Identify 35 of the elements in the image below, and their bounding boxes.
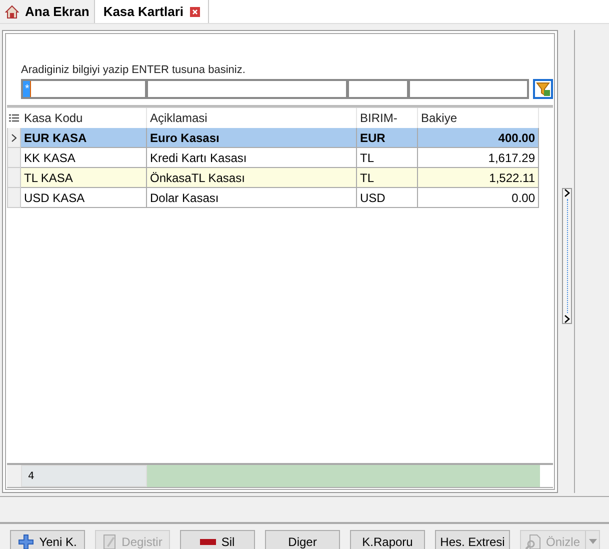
minus-icon [200, 538, 216, 546]
table-cell: EUR [357, 128, 418, 148]
filter-icon[interactable] [533, 79, 553, 99]
button[interactable]: Yeni K. [10, 530, 85, 549]
chevron-icon [564, 189, 570, 197]
button[interactable]: K.Raporu [350, 530, 425, 549]
table-cell: ÖnkasaTL Kasası [147, 168, 357, 188]
table-cell: Dolar Kasası [147, 188, 357, 208]
table-cell: USD KASA [21, 188, 147, 208]
close-icon[interactable] [190, 6, 200, 16]
search-hint: Aradiginiz bilgiyi yazip ENTER tusuna basiniz. [21, 64, 246, 76]
row-indicator[interactable] [7, 128, 21, 148]
button[interactable]: Hes. Extresi [435, 530, 510, 549]
table-cell: USD [357, 188, 418, 208]
table-cell: 0.00 [418, 188, 539, 208]
footer-indicator [7, 465, 21, 487]
table-cell: TL [357, 168, 418, 188]
plus-icon [18, 534, 34, 549]
button[interactable]: Sil [180, 530, 255, 549]
table-cell: EUR KASA [21, 128, 147, 148]
tab[interactable]: Ana Ekran [0, 0, 96, 23]
page-magnifier-icon [525, 534, 541, 549]
table-cell: TL KASA [21, 168, 147, 188]
filter-field[interactable] [408, 79, 529, 99]
filter-field[interactable] [347, 79, 408, 99]
pencil-icon [102, 534, 117, 549]
button[interactable]: Diger [265, 530, 340, 549]
house-icon [5, 4, 19, 18]
record-count: 4 [21, 465, 147, 487]
table-cell: 400.00 [418, 128, 539, 148]
table-cell: 1,522.11 [418, 168, 539, 188]
filter-field[interactable] [146, 79, 347, 99]
table-cell: Euro Kasası [147, 128, 357, 148]
splitter-handle[interactable] [562, 188, 572, 324]
chevron-icon [564, 315, 570, 323]
